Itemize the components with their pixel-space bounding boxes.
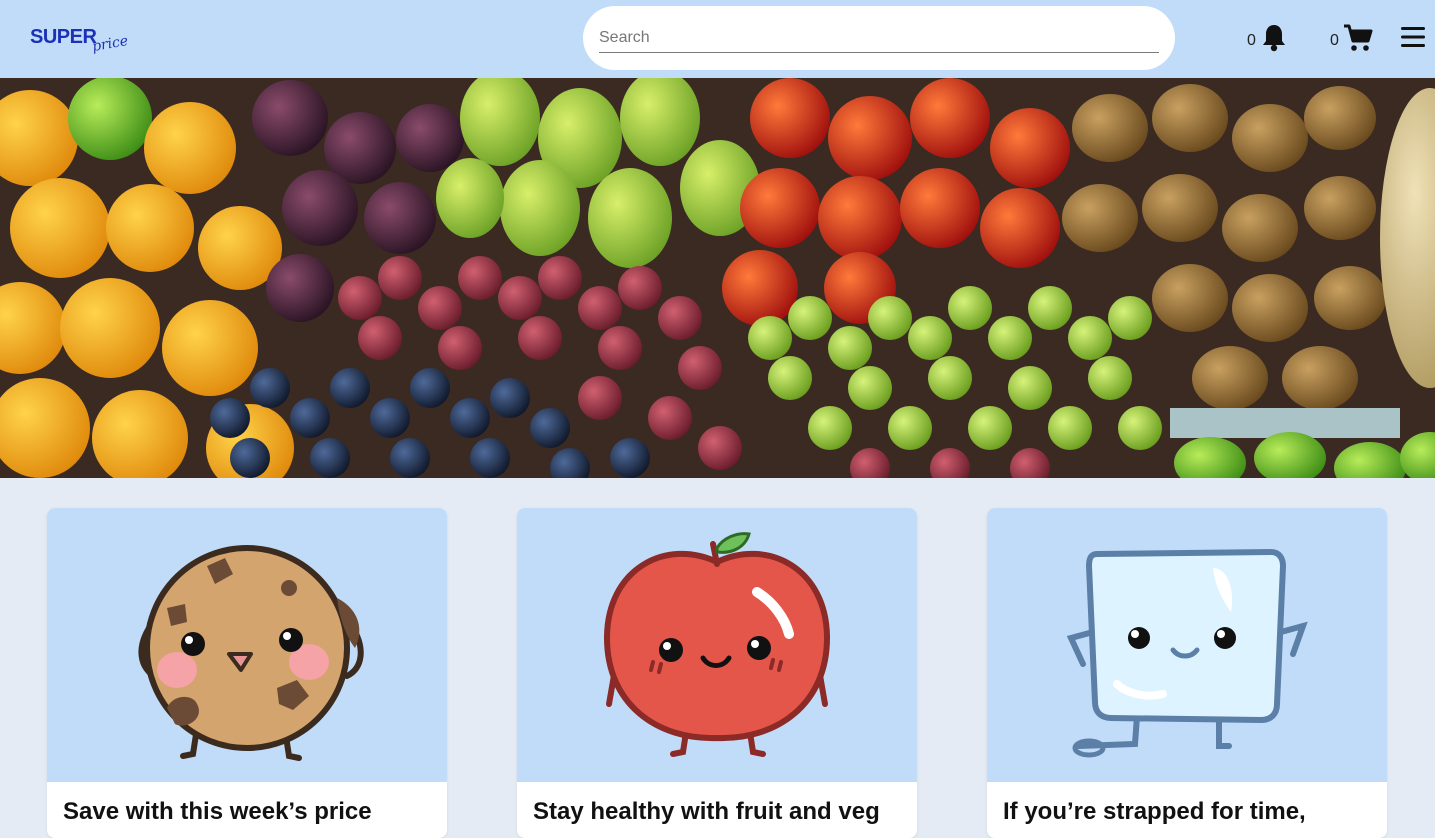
hamburger-menu-icon[interactable] (1400, 24, 1426, 50)
bell-icon (1262, 25, 1285, 52)
ice-cube-mascot-icon (1066, 548, 1308, 758)
card-image (517, 508, 917, 782)
promo-card-weekly-prices[interactable]: Save with this week’s price (47, 508, 447, 838)
cart-button[interactable]: 0 (1330, 20, 1373, 56)
superprice-logo[interactable]: SUPER price (30, 24, 140, 60)
search-input[interactable] (599, 24, 1159, 53)
cart-icon (1343, 24, 1373, 51)
notifications-button[interactable]: 0 (1247, 20, 1288, 56)
logo-text: SUPER (30, 26, 97, 48)
search-box (583, 6, 1175, 70)
card-image (47, 508, 447, 782)
fruit-market-banner (0, 78, 1435, 478)
card-title: If you’re strapped for time, (1003, 798, 1306, 825)
notification-count: 0 (1247, 32, 1256, 49)
hero-banner (0, 78, 1435, 478)
top-bar: SUPER price 0 0 (0, 0, 1435, 78)
cart-count: 0 (1330, 32, 1339, 49)
card-title: Stay healthy with fruit and veg (533, 798, 880, 825)
apple-mascot-icon (603, 532, 831, 757)
card-title: Save with this week’s price (63, 798, 372, 825)
card-image (987, 508, 1387, 782)
logo-script-text: price (90, 32, 130, 56)
cookie-mascot-icon (138, 545, 364, 761)
promo-card-quick-meals[interactable]: If you’re strapped for time, (987, 508, 1387, 838)
promo-card-fruit-and-veg[interactable]: Stay healthy with fruit and veg (517, 508, 917, 838)
